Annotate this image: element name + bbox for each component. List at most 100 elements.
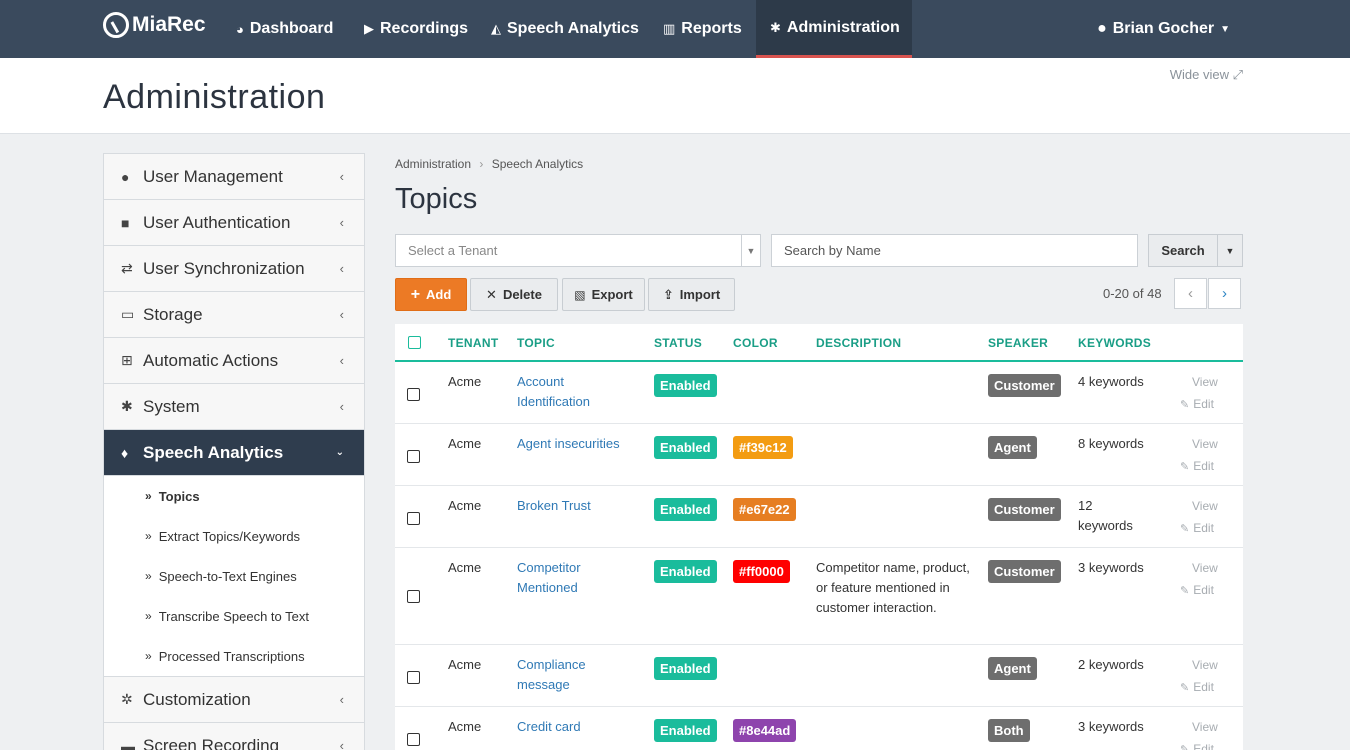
reports-icon: ▥ xyxy=(663,21,676,36)
submenu-topics[interactable]: » Topics xyxy=(104,476,364,516)
search-button[interactable]: Search xyxy=(1148,234,1218,267)
submenu-label: Speech-to-Text Engines xyxy=(158,568,297,584)
edit-link[interactable]: ✎ Edit xyxy=(1180,742,1214,750)
sidebar-item-screen-recording[interactable]: ▬ Screen Recording ‹ xyxy=(104,723,364,750)
nav-dashboard-label: Dashboard xyxy=(249,20,334,37)
sidebar-item-speech-analytics[interactable]: ♦ Speech Analytics ⌄ xyxy=(104,430,364,476)
delete-button[interactable]: ✕ Delete xyxy=(470,278,558,311)
dashboard-icon: ◕ xyxy=(236,21,244,37)
speaker-badge: Customer xyxy=(988,498,1061,521)
edit-link[interactable]: ✎ Edit xyxy=(1180,397,1214,411)
user-icon: ● xyxy=(121,168,130,185)
cell-topic-link[interactable]: Agent insecurities xyxy=(517,434,637,454)
view-link[interactable]: View xyxy=(1192,720,1218,734)
breadcrumb-administration[interactable]: Administration xyxy=(395,157,471,171)
edit-link-label: Edit xyxy=(1193,742,1214,750)
edit-link[interactable]: ✎ Edit xyxy=(1180,521,1214,535)
cell-topic-link[interactable]: Competitor Mentioned xyxy=(517,558,627,598)
view-link[interactable]: View xyxy=(1192,375,1218,389)
edit-link[interactable]: ✎ Edit xyxy=(1180,583,1214,597)
nav-reports-label: Reports xyxy=(681,20,742,37)
nav-recordings[interactable]: ▶ Recordings xyxy=(350,0,482,58)
user-menu[interactable]: ● Brian Gocher ▼ xyxy=(1097,0,1230,58)
sidebar-item-label: Customization xyxy=(143,689,251,709)
column-header-color[interactable]: COLOR xyxy=(733,336,778,350)
chevron-left-icon: ‹ xyxy=(1188,285,1193,302)
column-header-status[interactable]: STATUS xyxy=(654,336,702,350)
row-checkbox[interactable] xyxy=(407,733,420,746)
sidebar-item-label: System xyxy=(143,396,200,416)
gears-icon: ✲ xyxy=(121,691,133,707)
view-link[interactable]: View xyxy=(1192,437,1218,451)
export-button[interactable]: ▧ Export xyxy=(562,278,645,311)
sidebar-item-user-management[interactable]: ● User Management ‹ xyxy=(104,154,364,200)
search-input[interactable]: Search by Name xyxy=(771,234,1138,267)
row-checkbox[interactable] xyxy=(407,512,420,525)
double-chevron-right-icon: » xyxy=(145,529,152,543)
add-button[interactable]: + Add xyxy=(395,278,467,311)
sidebar-item-system[interactable]: ✱ System ‹ xyxy=(104,384,364,430)
sidebar-item-customization[interactable]: ✲ Customization ‹ xyxy=(104,677,364,723)
submenu-stt-engines[interactable]: » Speech-to-Text Engines xyxy=(104,556,364,596)
submenu-transcribe[interactable]: » Transcribe Speech to Text xyxy=(104,596,364,636)
column-header-tenant[interactable]: TENANT xyxy=(448,336,498,350)
speaker-badge: Customer xyxy=(988,560,1061,583)
cell-topic-link[interactable]: Broken Trust xyxy=(517,496,637,516)
cell-topic-link[interactable]: Account Identification xyxy=(517,372,627,412)
edit-link[interactable]: ✎ Edit xyxy=(1180,680,1214,694)
row-checkbox[interactable] xyxy=(407,590,420,603)
user-icon: ● xyxy=(1097,20,1107,37)
view-link[interactable]: View xyxy=(1192,658,1218,672)
cell-topic-link[interactable]: Compliance message xyxy=(517,655,617,695)
cell-keywords: 3 keywords xyxy=(1078,560,1144,575)
sidebar-item-label: Speech Analytics xyxy=(143,442,284,462)
cell-topic-link[interactable]: Credit card xyxy=(517,717,637,737)
column-header-keywords[interactable]: KEYWORDS xyxy=(1078,336,1151,350)
submenu-label: Extract Topics/Keywords xyxy=(158,528,301,544)
column-header-description[interactable]: DESCRIPTION xyxy=(816,336,901,350)
nav-dashboard[interactable]: ◕ Dashboard xyxy=(222,0,347,58)
page-title: Topics xyxy=(395,183,478,215)
pagination-prev-button[interactable]: ‹ xyxy=(1174,278,1207,309)
submenu-extract-topics[interactable]: » Extract Topics/Keywords xyxy=(104,516,364,556)
breadcrumb-speech-analytics[interactable]: Speech Analytics xyxy=(492,157,583,171)
nav-reports[interactable]: ▥ Reports xyxy=(649,0,756,58)
pagination-next-button[interactable]: › xyxy=(1208,278,1241,309)
chevron-left-icon: ‹ xyxy=(339,261,344,276)
edit-link-label: Edit xyxy=(1193,397,1214,411)
search-options-button[interactable]: ▼ xyxy=(1217,234,1243,267)
sidebar-item-user-synchronization[interactable]: ⇄ User Synchronization ‹ xyxy=(104,246,364,292)
submenu-label: Transcribe Speech to Text xyxy=(158,608,309,624)
brand-logo[interactable]: MiaRec xyxy=(103,12,206,38)
edit-link[interactable]: ✎ Edit xyxy=(1180,459,1214,473)
row-checkbox[interactable] xyxy=(407,450,420,463)
select-all-checkbox[interactable] xyxy=(408,336,421,349)
column-header-topic[interactable]: TOPIC xyxy=(517,336,555,350)
sidebar-item-label: Screen Recording xyxy=(143,735,280,750)
plus-icon: + xyxy=(410,285,421,303)
table-header: TENANT TOPIC STATUS COLOR DESCRIPTION SP… xyxy=(395,324,1243,362)
row-checkbox[interactable] xyxy=(407,671,420,684)
breadcrumb-separator-icon: › xyxy=(479,157,484,171)
cell-tenant: Acme xyxy=(448,719,482,734)
cell-description: Competitor name, product, or feature men… xyxy=(816,560,970,615)
column-header-speaker[interactable]: SPEAKER xyxy=(988,336,1048,350)
nav-speech-analytics[interactable]: ◭ Speech Analytics xyxy=(477,0,653,58)
sidebar-item-automatic-actions[interactable]: ⊞ Automatic Actions ‹ xyxy=(104,338,364,384)
brand-name: MiaRec xyxy=(132,13,206,36)
nav-speech-analytics-label: Speech Analytics xyxy=(507,20,639,37)
nav-administration[interactable]: ✱ Administration xyxy=(756,0,912,58)
import-button[interactable]: ⇪ Import xyxy=(648,278,735,311)
sidebar-item-user-authentication[interactable]: ■ User Authentication ‹ xyxy=(104,200,364,246)
tenant-select[interactable]: Select a Tenant ▼ xyxy=(395,234,761,267)
view-link[interactable]: View xyxy=(1192,499,1218,513)
view-link[interactable]: View xyxy=(1192,561,1218,575)
sidebar-item-storage[interactable]: ▭ Storage ‹ xyxy=(104,292,364,338)
wide-view-link[interactable]: Wide view ⤢ xyxy=(1170,67,1243,83)
sidebar-item-label: Storage xyxy=(143,304,203,324)
edit-icon: ✎ xyxy=(1180,461,1190,473)
page-header-title: Administration xyxy=(103,78,326,116)
table-row: Acme Agent insecurities Enabled #f39c12 … xyxy=(395,424,1243,486)
submenu-processed[interactable]: » Processed Transcriptions xyxy=(104,636,364,676)
row-checkbox[interactable] xyxy=(407,388,420,401)
